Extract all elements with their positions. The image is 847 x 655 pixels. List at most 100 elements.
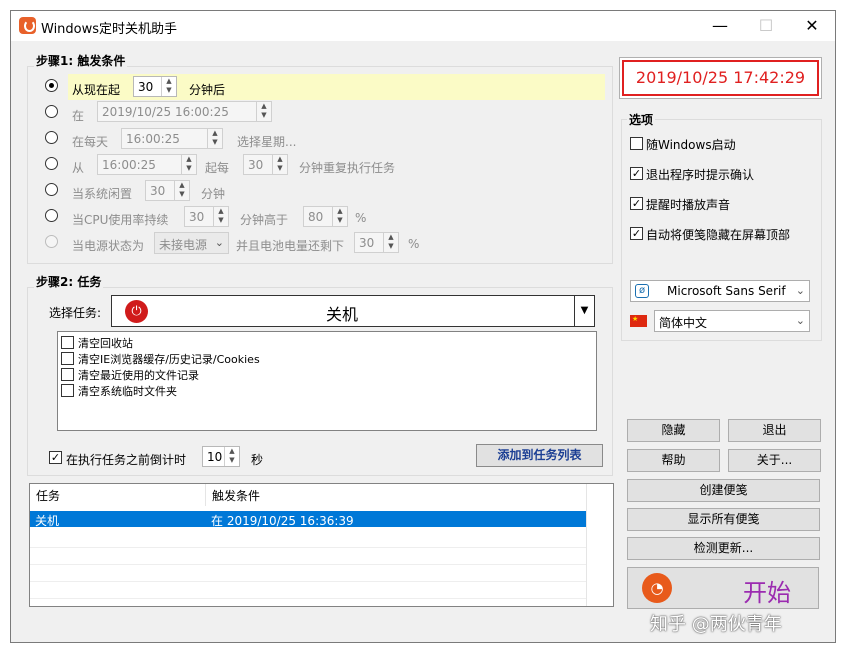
countdown-label[interactable]: 在执行任务之前倒计时 [66, 451, 186, 468]
radio-from-now[interactable] [45, 79, 58, 92]
spinner-arrows-icon[interactable]: ▲ ▼ [174, 181, 189, 200]
minutes-after-label: 分钟后 [189, 83, 226, 97]
cleanup-label: 清空系统临时文件夹 [78, 385, 177, 398]
chevron-down-icon[interactable]: ▼ [574, 296, 594, 326]
repeat-every-label: 起每 [205, 161, 230, 175]
checkbox-play-sound[interactable]: ✓ [630, 197, 643, 210]
checkbox-confirm-exit[interactable]: ✓ [630, 167, 643, 180]
radio-repeat[interactable] [45, 157, 58, 170]
cleanup-label: 清空回收站 [78, 337, 133, 350]
radio-at-datetime[interactable] [45, 105, 58, 118]
hide-notes-top-label[interactable]: 自动将便笺隐藏在屏幕顶部 [646, 226, 790, 243]
watermark: 知乎 @两伙青年 [650, 614, 782, 635]
countdown-unit: 秒 [251, 453, 264, 467]
power-state-select: 未接电源 ⌄ [154, 232, 229, 254]
radio-idle[interactable] [45, 183, 58, 196]
china-flag-icon: ★ [630, 315, 647, 327]
chevron-down-icon: ⌄ [795, 314, 805, 327]
idle-minutes-value: 30 [150, 184, 166, 198]
trigger-cell: 在 2019/10/25 16:36:39 [211, 514, 354, 528]
language-value: 简体中文 [659, 316, 708, 330]
row-divider [30, 598, 586, 599]
idle-minutes-spinner[interactable]: 30 ▲ ▼ [145, 180, 190, 201]
add-to-task-list-button[interactable]: 添加到任务列表 [476, 444, 603, 467]
confirm-exit-label[interactable]: 退出程序时提示确认 [646, 166, 754, 183]
cpu-percent-unit: % [355, 211, 367, 225]
spinner-arrows-icon[interactable]: ▲ ▼ [332, 207, 347, 226]
help-button[interactable]: 帮助 [627, 449, 720, 472]
title-bar[interactable]: Windows定时关机助手 — ☐ ✕ [11, 11, 835, 41]
task-select[interactable]: ⏻ 关机 ▼ [111, 295, 595, 327]
chevron-down-icon: ⌄ [795, 284, 805, 297]
spinner-arrows-icon[interactable]: ▲ ▼ [181, 155, 196, 174]
clock-panel: 2019/10/25 17:42:29 [619, 57, 822, 99]
battery-remaining-label: 并且电池电量还剩下 [236, 239, 345, 253]
play-sound-label[interactable]: 提醒时播放声音 [646, 196, 730, 213]
current-time: 2019/10/25 17:42:29 [622, 60, 819, 96]
repeat-start-time-value: 16:00:25 [102, 158, 156, 172]
from-now-minutes-spinner[interactable]: 30 ▲ ▼ [133, 76, 177, 97]
spinner-arrows-icon[interactable]: ▲ ▼ [161, 77, 176, 96]
task-list-table: 任务 触发条件 关机 在 2019/10/25 16:36:39 [29, 483, 614, 607]
table-row[interactable]: 关机 在 2019/10/25 16:36:39 [30, 511, 586, 528]
select-task-label: 选择任务: [49, 306, 102, 320]
row-divider [30, 564, 586, 565]
exit-button[interactable]: 退出 [728, 419, 821, 442]
power-state-value: 未接电源 [159, 238, 208, 252]
window-title: Windows定时关机助手 [41, 22, 178, 37]
repeat-interval-value: 30 [248, 158, 264, 172]
task-cell: 关机 [35, 514, 60, 528]
close-button[interactable]: ✕ [789, 11, 835, 41]
chevron-down-icon: ⌄ [214, 236, 224, 249]
idle-minutes-unit: 分钟 [201, 187, 226, 201]
radio-power [45, 235, 58, 248]
create-note-button[interactable]: 创建便笺 [627, 479, 820, 502]
cpu-minutes-spinner[interactable]: 30 ▲ ▼ [184, 206, 229, 227]
daily-time-value: 16:00:25 [126, 132, 180, 146]
minimize-button[interactable]: — [697, 11, 743, 41]
column-separator[interactable] [205, 484, 206, 506]
datetime-picker[interactable]: 2019/10/25 16:00:25 ▲ ▼ [97, 101, 272, 122]
cpu-percent-spinner[interactable]: 80 ▲ ▼ [303, 206, 348, 227]
checkbox-start-with-windows[interactable] [630, 137, 643, 150]
start-button[interactable]: ◔ 开始 [627, 567, 819, 609]
show-all-notes-button[interactable]: 显示所有便笺 [627, 508, 820, 531]
clock-icon: ◔ [642, 573, 672, 603]
daily-time-picker[interactable]: 16:00:25 ▲ ▼ [121, 128, 223, 149]
column-header-trigger[interactable]: 触发条件 [212, 486, 260, 506]
cleanup-label: 清空最近使用的文件记录 [78, 369, 199, 382]
repeat-task-label: 分钟重复执行任务 [299, 161, 396, 175]
spinner-arrows-icon[interactable]: ▲ ▼ [213, 207, 228, 226]
column-header-task[interactable]: 任务 [36, 486, 60, 506]
font-select[interactable]: ø Microsoft Sans Serif ⌄ [630, 280, 810, 302]
repeat-interval-spinner[interactable]: 30 ▲ ▼ [243, 154, 288, 175]
start-with-windows-label[interactable]: 随Windows启动 [646, 136, 736, 153]
checkbox-countdown[interactable]: ✓ [49, 451, 62, 464]
scrollbar-track[interactable] [586, 484, 587, 606]
about-button[interactable]: 关于... [728, 449, 821, 472]
spinner-arrows-icon[interactable]: ▲ ▼ [224, 447, 239, 466]
radio-cpu[interactable] [45, 209, 58, 222]
maximize-button: ☐ [758, 16, 774, 35]
choose-weekday-link[interactable]: 选择星期... [237, 133, 296, 150]
cleanup-checkbox[interactable] [61, 384, 74, 397]
repeat-start-time-picker[interactable]: 16:00:25 ▲ ▼ [97, 154, 197, 175]
spinner-arrows-icon[interactable]: ▲ ▼ [256, 102, 271, 121]
daily-label: 在每天 [72, 135, 109, 149]
repeat-from-label: 从 [72, 161, 85, 175]
spinner-arrows-icon[interactable]: ▲ ▼ [207, 129, 222, 148]
idle-label: 当系统闲置 [72, 187, 133, 201]
battery-percent-unit: % [408, 237, 420, 251]
language-select[interactable]: 简体中文 ⌄ [654, 310, 810, 332]
cleanup-checkbox[interactable] [61, 352, 74, 365]
radio-daily[interactable] [45, 131, 58, 144]
checkbox-hide-notes-top[interactable]: ✓ [630, 227, 643, 240]
spinner-arrows-icon[interactable]: ▲ ▼ [272, 155, 287, 174]
cleanup-checkbox[interactable] [61, 368, 74, 381]
check-update-button[interactable]: 检测更新... [627, 537, 820, 560]
row-divider [30, 547, 586, 548]
cleanup-checkbox[interactable] [61, 336, 74, 349]
hide-button[interactable]: 隐藏 [627, 419, 720, 442]
countdown-seconds-spinner[interactable]: 10 ▲ ▼ [202, 446, 240, 467]
flag-star-icon: ★ [632, 315, 639, 323]
